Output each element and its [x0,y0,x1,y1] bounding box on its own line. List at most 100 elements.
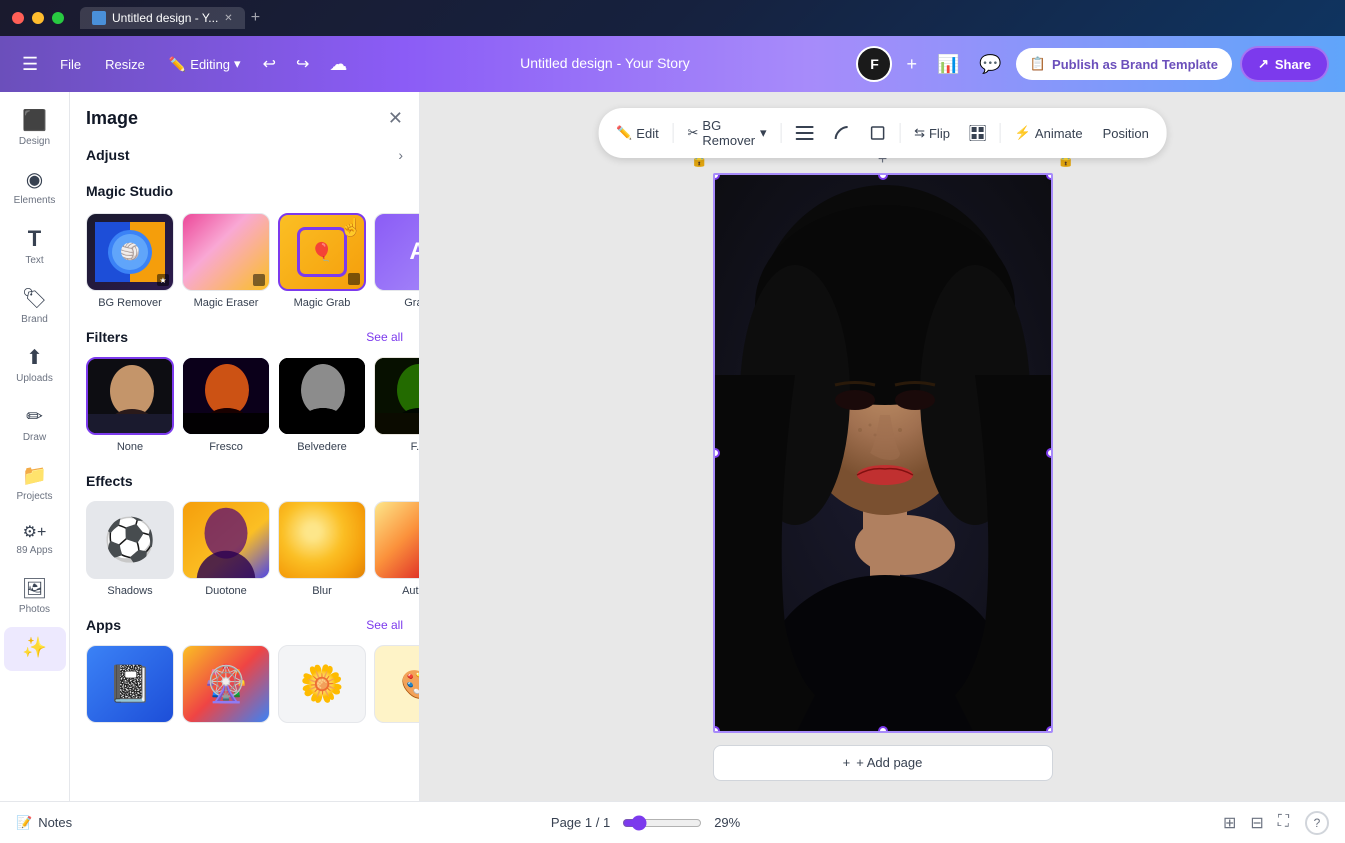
filter-belvedere-label: Belvedere [297,441,347,453]
app-flower-card[interactable]: 🌼 [278,645,366,723]
sidebar-item-elements[interactable]: ◉ Elements [4,159,66,214]
sidebar-item-draw[interactable]: ✏ Draw [4,396,66,451]
handle-top-right[interactable] [1046,173,1053,180]
publish-brand-template-button[interactable]: 📋 Publish as Brand Template [1016,48,1232,80]
sidebar-item-projects[interactable]: 📁 Projects [4,455,66,510]
help-button[interactable]: ? [1305,811,1329,835]
effect-shadows-card[interactable]: ⚽ Shadows [86,501,174,597]
add-collaborator-button[interactable]: + [900,50,923,79]
texture-icon[interactable] [964,121,992,145]
panel-close-button[interactable]: ✕ [388,108,403,129]
filter-belvedere-card[interactable]: Belvedere [278,357,366,453]
soccer-ball-icon: ⚽ [104,516,156,565]
cloud-save-icon[interactable]: ☁ [323,48,353,81]
magic-grab-thumb: 🎈 ☝ [278,213,366,291]
position-button[interactable]: Position [1097,122,1155,145]
flip-button[interactable]: ⇆ Flip [908,121,956,145]
add-page-button[interactable]: + + Add page [713,745,1053,781]
canvas-frame[interactable]: 🔄 🔒 ⧉ 🗑 ⋯ [713,173,1053,733]
sidebar-item-uploads[interactable]: ⬆ Uploads [4,337,66,392]
toolbar-divider-3 [899,123,900,143]
filter-more-thumb [374,357,419,435]
sidebar-item-apps[interactable]: ⚙+ 89 Apps [4,514,66,564]
effect-blur-card[interactable]: Blur [278,501,366,597]
undo-button[interactable]: ↩ [257,48,282,80]
analytics-icon[interactable]: 📊 [931,48,965,81]
lines-icon[interactable] [789,122,819,144]
bg-remover-card[interactable]: 🏐 ★ BG Remover [86,213,174,309]
brand-icon: 🏷 [22,286,47,311]
active-tab[interactable]: Untitled design - Y... ✕ [80,7,245,29]
add-page-label: + Add page [856,755,922,770]
file-menu[interactable]: File [52,51,89,78]
adjust-section-header[interactable]: Adjust › [70,137,419,173]
magic-more-card[interactable]: A Gra... [374,213,419,309]
notes-button[interactable]: 📝 Notes [16,815,72,831]
sidebar-label-apps: 89 Apps [16,545,52,556]
magic-eraser-badge [253,274,265,286]
sidebar-item-photos[interactable]: 🖼 Photos [4,568,66,623]
zoom-slider[interactable] [622,815,702,831]
grid-view-button[interactable]: ⊞ [1219,809,1240,837]
effect-duotone-label: Duotone [205,585,247,597]
view-controls: ⊞ ⊟ ⛶ [1219,809,1293,837]
menu-button[interactable]: ☰ [16,48,44,81]
filter-more-card[interactable]: F... [374,357,419,453]
share-button[interactable]: ↗ Share [1240,46,1329,82]
toolbar-divider-4 [1000,123,1001,143]
filter-none-card[interactable]: None [86,357,174,453]
filters-see-all[interactable]: See all [366,330,403,344]
app-more-card[interactable]: 🎨 [374,645,419,723]
apps-see-all[interactable]: See all [366,618,403,632]
bg-remover-label: BG Remover [98,297,162,309]
handle-top-left[interactable] [713,173,720,180]
tab-close-btn[interactable]: ✕ [224,13,232,24]
multi-view-button[interactable]: ⊟ [1246,809,1267,837]
handle-middle-right[interactable] [1046,448,1053,458]
resize-button[interactable]: Resize [97,51,153,78]
bg-remover-btn[interactable]: ✂ BG Remover ▾ [681,114,772,152]
magic-eraser-card[interactable]: Magic Eraser [182,213,270,309]
redo-button[interactable]: ↪ [290,48,315,80]
magic-studio-section-header[interactable]: Magic Studio [70,173,419,209]
effect-shadows-thumb: ⚽ [86,501,174,579]
draw-icon: ✏ [26,404,43,429]
sidebar-item-design[interactable]: ⬛ Design [4,100,66,155]
fullscreen-button[interactable]: ⛶ [1274,809,1293,837]
sidebar-item-brand[interactable]: 🏷 Brand [4,278,66,333]
sidebar-item-text[interactable]: T Text [4,218,66,274]
publish-label: Publish as Brand Template [1052,57,1218,72]
new-tab-btn[interactable]: + [251,9,260,27]
filters-header: Filters See all [70,321,419,353]
sidebar-label-elements: Elements [14,195,56,206]
handle-bottom-left[interactable] [713,726,720,733]
close-traffic-light[interactable] [12,12,24,24]
position-label: Position [1103,126,1149,141]
app-notebook-card[interactable]: 📓 [86,645,174,723]
document-title: Untitled design - Your Story [520,55,690,71]
edit-button[interactable]: ✏️ Edit [610,121,665,145]
page-indicator: Page 1 / 1 [551,815,610,830]
handle-bottom-middle[interactable] [878,726,888,733]
animate-button[interactable]: ⚡ Animate [1009,121,1089,145]
effect-duotone-card[interactable]: Duotone [182,501,270,597]
magic-grab-card[interactable]: 🎈 ☝ Magic Grab [278,213,366,309]
user-avatar[interactable]: F [856,46,892,82]
sidebar-label-photos: Photos [19,604,50,615]
projects-icon: 📁 [22,463,47,488]
minimize-traffic-light[interactable] [32,12,44,24]
handle-bottom-right[interactable] [1046,726,1053,733]
effect-auto-card[interactable]: Auto... [374,501,419,597]
comments-icon[interactable]: 💬 [973,48,1007,81]
maximize-traffic-light[interactable] [52,12,64,24]
filter-fresco-card[interactable]: Fresco [182,357,270,453]
editing-button[interactable]: ✏️ Editing ▾ [161,50,249,79]
sidebar-item-magic[interactable]: ✨ [4,627,66,671]
apps-icon: ⚙+ [23,522,47,542]
filter-fresco-label: Fresco [209,441,243,453]
app-wheel-card[interactable]: 🎡 [182,645,270,723]
apps-grid: 📓 🎡 🌼 🎨 [70,641,419,735]
crop-icon[interactable] [863,121,891,145]
corner-radius-icon[interactable] [827,121,855,145]
animate-icon: ⚡ [1015,125,1031,141]
